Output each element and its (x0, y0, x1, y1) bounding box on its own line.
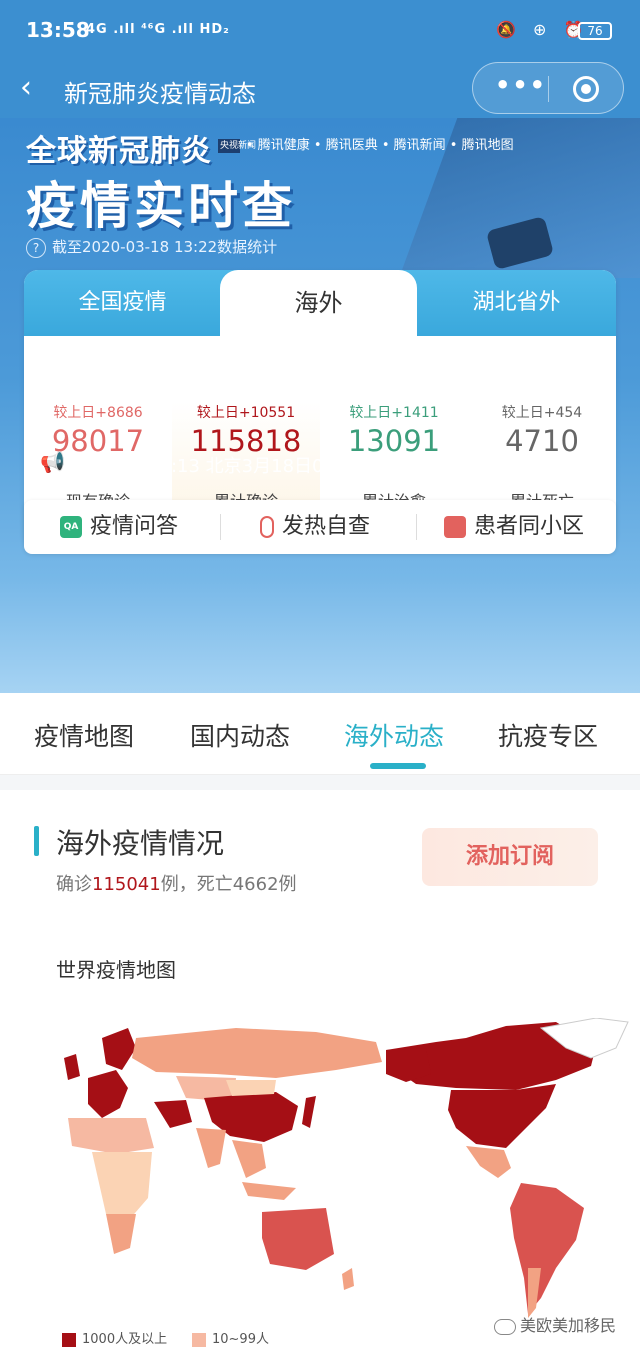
tab-epidemic-map[interactable]: 疫情地图 (34, 717, 134, 753)
cctv-logo: 央视新闻 (218, 138, 257, 153)
tool-neighborhood[interactable]: 患者同小区 (444, 500, 584, 554)
map-title: 世界疫情地图 (56, 958, 176, 982)
map-region-south-africa (106, 1214, 136, 1254)
battery-icon: 76 (578, 22, 612, 40)
tab-domestic-news[interactable]: 国内动态 (190, 717, 290, 753)
data-timestamp: ? 截至2020-03-18 13:22数据统计 (26, 236, 277, 258)
tool-divider (416, 514, 417, 540)
banner-subheadline: 疫情实时查 (26, 177, 296, 235)
capsule-divider (548, 76, 549, 102)
death-count: 4662 (232, 874, 279, 895)
status-bar: 13:58 4G .ıll ⁴⁶G .ıll HD₂ 🔕 ⊕ ⏰ 76 (0, 0, 640, 62)
map-region-usa (448, 1084, 556, 1148)
wechat-icon (494, 1318, 516, 1335)
status-icons: 🔕 ⊕ ⏰ (496, 20, 590, 39)
partner-list: • 腾讯健康 • 腾讯医典 • 腾讯新闻 • 腾讯地图 (246, 138, 514, 153)
map-region-mexico (466, 1146, 511, 1178)
qa-icon: QA (60, 516, 82, 538)
mini-program-capsule: ••• (472, 62, 624, 114)
tab-overseas[interactable]: 海外 (220, 270, 417, 336)
tool-label: 发热自查 (282, 514, 371, 539)
region-tabs: 全国疫情 海外 湖北省外 (24, 270, 616, 336)
nav-bar: ‹ 新冠肺炎疫情动态 ••• (0, 62, 640, 118)
signal-icon: 4G .ıll ⁴⁶G .ıll HD₂ (86, 22, 230, 37)
tab-overseas-news[interactable]: 海外动态 (344, 717, 444, 753)
tab-outside-hubei[interactable]: 湖北省外 (418, 270, 615, 336)
section-tabs: 疫情地图 国内动态 海外动态 抗疫专区 (0, 693, 640, 775)
news-ticker[interactable]: 📢 3月18日 13:13 北京3月18日0时至12时新增报告... 更多> (24, 446, 616, 482)
tool-label: 患者同小区 (474, 514, 585, 539)
watermark-text: 美欧美加移民 (520, 1316, 617, 1335)
section-accent-bar (34, 826, 39, 856)
stat-delta: 较上日+10551 (196, 405, 296, 421)
legend-label: 10~99人 (212, 1332, 269, 1347)
status-time: 13:58 (26, 18, 90, 42)
tool-qa[interactable]: QA 疫情问答 (60, 500, 178, 554)
summary-mid: 例，死亡 (160, 874, 233, 895)
more-link[interactable]: 更多> (546, 452, 597, 478)
map-region-new-zealand (342, 1268, 354, 1290)
news-text[interactable]: 3月18日 13:13 北京3月18日0时至12时新增报告... (72, 452, 510, 478)
legend-swatch (62, 1332, 76, 1347)
tool-fever-check[interactable]: 发热自查 (260, 500, 370, 554)
tool-label: 疫情问答 (90, 514, 179, 539)
map-region-europe-west (88, 1070, 128, 1118)
legend-label: 1000人及以上 (82, 1332, 168, 1347)
watermark: 美欧美加移民 (494, 1312, 616, 1336)
map-region-uk (64, 1054, 80, 1080)
thermometer-icon (260, 516, 274, 538)
subscribe-button[interactable]: 添加订阅 (422, 828, 598, 886)
map-region-middle-east (154, 1100, 192, 1128)
map-region-indonesia (242, 1182, 296, 1200)
summary-suffix: 例 (278, 874, 297, 895)
tab-anti-epidemic[interactable]: 抗疫专区 (498, 717, 598, 753)
map-region-scandinavia (102, 1028, 136, 1070)
more-icon[interactable]: ••• (495, 71, 547, 99)
overseas-section: 海外疫情情况 确诊115041例，死亡4662例 添加订阅 世界疫情地图 100… (0, 790, 640, 1351)
legend-item: 10~99人 (192, 1328, 269, 1347)
map-region-russia (132, 1028, 382, 1078)
map-region-southeast-asia (232, 1140, 266, 1178)
map-region-south-america (510, 1183, 584, 1314)
back-icon[interactable]: ‹ (20, 70, 32, 105)
map-region-india (196, 1128, 226, 1168)
legend-swatch (192, 1332, 206, 1347)
as-of-text: 截至2020-03-18 13:22数据统计 (52, 238, 278, 256)
partner-logos: 央视新闻• 腾讯健康 • 腾讯医典 • 腾讯新闻 • 腾讯地图 (218, 134, 514, 153)
tab-national[interactable]: 全国疫情 (24, 270, 221, 336)
stat-delta: 较上日+454 (501, 405, 583, 421)
active-tab-underline (370, 763, 426, 769)
map-region-mongolia (226, 1080, 276, 1096)
stat-delta: 较上日+1411 (349, 405, 439, 421)
speaker-icon: 📢 (40, 450, 65, 474)
stat-delta: 较上日+8686 (53, 405, 143, 421)
legend-item: 1000人及以上 (62, 1328, 167, 1347)
section-title: 海外疫情情况 (56, 827, 225, 860)
tool-divider (220, 514, 221, 540)
banner-headline: 全球新冠肺炎 (26, 134, 212, 169)
news-divider (524, 454, 525, 474)
building-icon (444, 516, 466, 538)
close-miniprogram-icon[interactable] (573, 76, 599, 102)
page-title: 新冠肺炎疫情动态 (64, 80, 256, 108)
confirmed-count: 115041 (92, 874, 161, 895)
map-region-japan (302, 1096, 316, 1128)
overseas-summary: 确诊115041例，死亡4662例 (56, 870, 297, 896)
tool-bar: QA 疫情问答 发热自查 患者同小区 (24, 500, 616, 554)
map-region-australia (262, 1208, 334, 1270)
world-map[interactable] (36, 1018, 630, 1338)
hero-banner: 全球新冠肺炎 央视新闻• 腾讯健康 • 腾讯医典 • 腾讯新闻 • 腾讯地图 疫… (0, 118, 640, 693)
help-icon[interactable]: ? (26, 238, 46, 258)
summary-prefix: 确诊 (56, 874, 92, 895)
map-region-africa-north (68, 1118, 154, 1154)
